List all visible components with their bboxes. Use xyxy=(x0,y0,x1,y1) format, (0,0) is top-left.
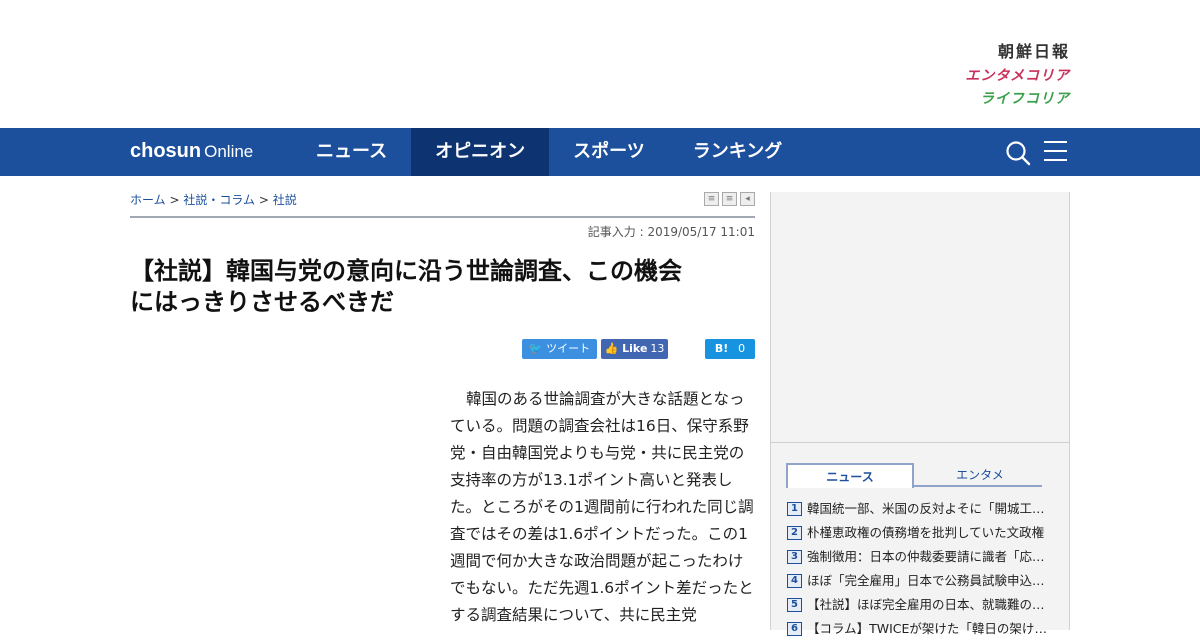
menu-icon[interactable] xyxy=(1044,141,1067,163)
breadcrumb-home[interactable]: ホーム xyxy=(130,193,166,207)
nav-item-news[interactable]: ニュース xyxy=(292,128,411,176)
rank-number: 3 xyxy=(787,550,802,564)
rank-number: 1 xyxy=(787,502,802,516)
list-item[interactable]: 6 【コラム】TWICEが架けた「韓日の架け橋」 xyxy=(787,617,1047,641)
rank-number: 6 xyxy=(787,622,802,636)
article-headline: 【社説】韓国与党の意向に沿う世論調査、この機会 にはっきりさせるべきだ xyxy=(130,256,755,318)
nav-items: ニュース オピニオン スポーツ ランキング xyxy=(292,128,806,176)
rank-number: 2 xyxy=(787,526,802,540)
article-tools: ≡ ≡ ◂ xyxy=(704,192,755,206)
rank-title: 【コラム】TWICEが架けた「韓日の架け橋」 xyxy=(807,621,1047,636)
breadcrumb-sep: > xyxy=(169,193,180,207)
chosun-online-logo[interactable]: chosun Online xyxy=(130,128,253,176)
like-count: 13 xyxy=(650,342,665,355)
article-body: 韓国のある世論調査が大きな話題となっている。問題の調査会社は16日、保守系野党・… xyxy=(450,390,754,624)
entame-korea-logo[interactable]: エンタメコリア xyxy=(965,69,1070,83)
search-icon[interactable] xyxy=(1005,140,1031,166)
headline-line2: にはっきりさせるべきだ xyxy=(130,288,394,316)
tab-entame[interactable]: エンタメ xyxy=(916,463,1044,487)
nav-item-sports[interactable]: スポーツ xyxy=(549,128,669,176)
divider xyxy=(130,216,755,218)
brand-logos: 朝鮮日報 エンタメコリア ライフコリア xyxy=(965,44,1070,107)
nav-item-ranking[interactable]: ランキング xyxy=(669,128,806,176)
print-icon[interactable]: ≡ xyxy=(704,192,719,206)
hatena-label: B! xyxy=(714,342,729,355)
thumbs-up-icon: 👍 xyxy=(604,342,619,355)
list-item[interactable]: 2 朴槿恵政権の債務増を批判していた文政権 xyxy=(787,521,1047,545)
ranking-tabs: ニュース エンタメ xyxy=(786,463,1044,488)
list-item[interactable]: 1 韓国統一部、米国の反対よそに「開城工業団地 xyxy=(787,497,1047,521)
list-item[interactable]: 3 強制徴用：日本の仲裁委要請に識者「応じる xyxy=(787,545,1047,569)
breadcrumb: ホーム > 社説・コラム > 社説 xyxy=(130,191,297,208)
article-column: ホーム > 社説・コラム > 社説 ≡ ≡ ◂ 記事入力 : 2019/05/1… xyxy=(130,176,755,630)
brand-header: 朝鮮日報 エンタメコリア ライフコリア xyxy=(0,0,1200,128)
twitter-icon: 🐦 xyxy=(528,342,543,355)
rank-title: 朴槿恵政権の債務増を批判していた文政権 xyxy=(807,525,1045,540)
tweet-button[interactable]: 🐦 ツイート xyxy=(522,339,597,359)
rank-number: 5 xyxy=(787,598,802,612)
breadcrumb-section[interactable]: 社説・コラム xyxy=(183,193,255,207)
article-dateline: 記事入力 : 2019/05/17 11:01 xyxy=(587,225,755,239)
rank-title: 強制徴用：日本の仲裁委要請に識者「応じる xyxy=(807,549,1047,564)
life-korea-logo[interactable]: ライフコリア xyxy=(965,92,1070,106)
hatena-count: 0 xyxy=(738,342,746,355)
rank-title: ほぼ「完全雇用」日本で公務員試験申込者減 xyxy=(807,573,1047,588)
main-navbar: chosun Online ニュース オピニオン スポーツ ランキング xyxy=(0,128,1200,176)
headline-line1: 【社説】韓国与党の意向に沿う世論調査、この機会 xyxy=(130,257,682,285)
list-item[interactable]: 4 ほぼ「完全雇用」日本で公務員試験申込者減 xyxy=(787,569,1047,593)
back-icon[interactable]: ◂ xyxy=(740,192,755,206)
logo-bold-text: chosun xyxy=(130,140,202,162)
list-item[interactable]: 5 【社説】ほぼ完全雇用の日本、就職難の韓国 xyxy=(787,593,1047,617)
hatena-bookmark-button[interactable]: B! 0 xyxy=(705,339,755,359)
tweet-label: ツイート xyxy=(546,342,591,355)
text-size-icon[interactable]: ≡ xyxy=(722,192,737,206)
breadcrumb-sep: > xyxy=(258,193,269,207)
nav-item-opinion[interactable]: オピニオン xyxy=(411,128,550,176)
rank-title: 【社説】ほぼ完全雇用の日本、就職難の韓国 xyxy=(807,597,1047,612)
sidebar: ニュース エンタメ 1 韓国統一部、米国の反対よそに「開城工業団地 2 朴槿恵政権の… xyxy=(770,192,1070,636)
ranking-list: 1 韓国統一部、米国の反対よそに「開城工業団地 2 朴槿恵政権の債務増を批判していた… xyxy=(787,497,1047,641)
tab-news[interactable]: ニュース xyxy=(786,463,914,488)
facebook-like-button[interactable]: 👍 Like 13 xyxy=(601,339,668,359)
rank-title: 韓国統一部、米国の反対よそに「開城工業団地 xyxy=(807,501,1047,516)
chosun-ilbo-logo[interactable]: 朝鮮日報 xyxy=(965,44,1070,60)
ad-placeholder xyxy=(771,192,1069,443)
rank-number: 4 xyxy=(787,574,802,588)
logo-light-text: Online xyxy=(204,142,254,161)
like-label: Like xyxy=(622,342,648,355)
breadcrumb-current[interactable]: 社説 xyxy=(273,193,297,207)
